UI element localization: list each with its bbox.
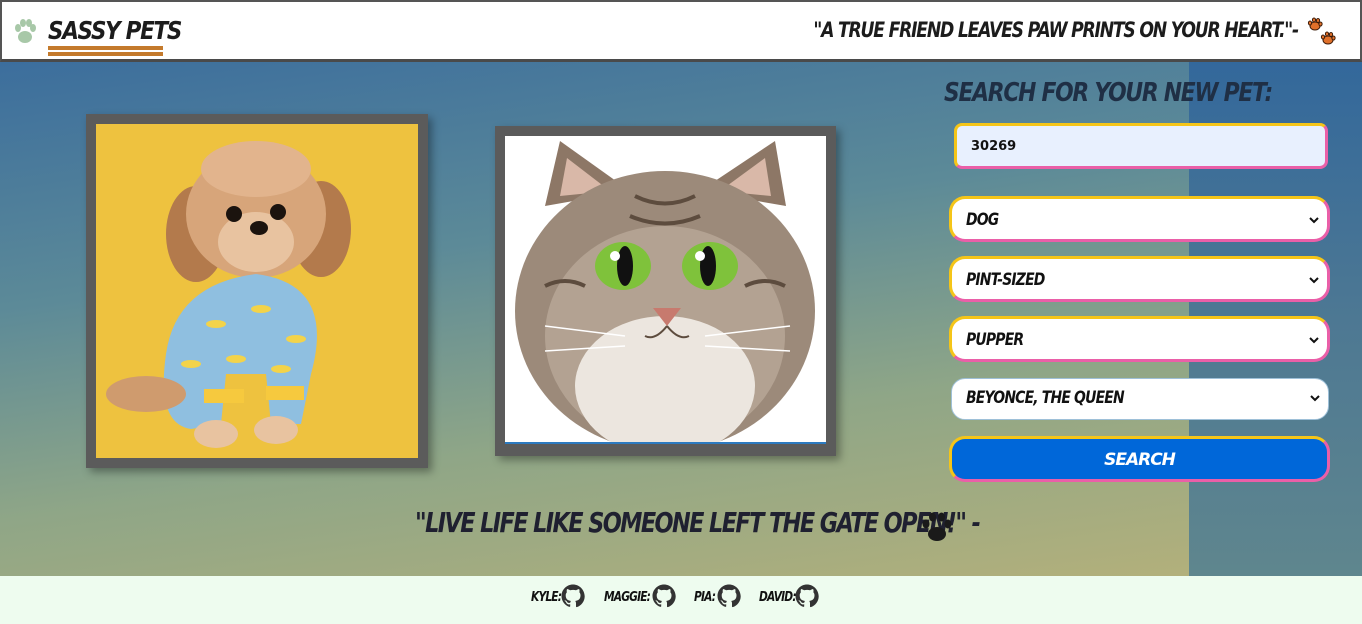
footer: KYLE: MAGGIE: PIA: DAVID: [0,576,1362,624]
main-quote: "LIVE LIFE LIKE SOMEONE LEFT THE GATE OP… [415,506,981,539]
cat-photo [505,136,826,444]
github-icon[interactable] [717,584,741,608]
brand-underline [48,52,163,56]
hero-section: SEARCH FOR YOUR NEW PET: DOG PINT-SIZED … [0,62,1362,576]
credit-label: KYLE: [531,590,562,605]
pet-type-select[interactable]: DOG [949,196,1330,242]
top-navbar: SASSY PETS "A TRUE FRIEND LEAVES PAW PRI… [0,0,1362,62]
credit-label: DAVID: [759,590,797,605]
cat-photo-frame [495,126,836,456]
credit-david[interactable]: DAVID: [759,584,821,612]
pet-size-value: PINT-SIZED [966,270,1045,290]
github-icon[interactable] [652,584,676,608]
header-quote: "A TRUE FRIEND LEAVES PAW PRINTS ON YOUR… [813,18,1299,42]
credit-maggie[interactable]: MAGGIE: [604,584,678,612]
github-icon[interactable] [795,584,819,608]
pet-age-value: PUPPER [966,330,1024,350]
pet-type-value: DOG [966,210,999,230]
dog-photo-frame [86,114,428,468]
paw-icon [15,19,36,43]
paw-icon [922,512,952,541]
zip-code-input[interactable] [954,123,1328,169]
search-button[interactable]: SEARCH [949,436,1330,482]
pet-personality-value: BEYONCE, THE QUEEN [966,388,1125,408]
search-title: SEARCH FOR YOUR NEW PET: [944,78,1273,108]
brand-underline [48,46,163,50]
brand-title[interactable]: SASSY PETS [48,16,182,45]
pet-age-select[interactable]: PUPPER [949,316,1330,362]
credit-label: PIA: [694,590,716,605]
github-icon[interactable] [561,584,585,608]
credit-pia[interactable]: PIA: [694,584,744,612]
chevron-down-icon [1309,337,1319,344]
pet-size-select[interactable]: PINT-SIZED [949,256,1330,302]
search-button-label: SEARCH [1104,450,1176,470]
pet-personality-select[interactable]: BEYONCE, THE QUEEN [951,378,1329,420]
credit-kyle[interactable]: KYLE: [531,584,587,612]
orange-paw-icon [1307,17,1336,45]
chevron-down-icon [1310,395,1320,402]
credit-label: MAGGIE: [604,590,651,605]
chevron-down-icon [1309,217,1319,224]
dog-photo [96,124,418,458]
chevron-down-icon [1309,277,1319,284]
